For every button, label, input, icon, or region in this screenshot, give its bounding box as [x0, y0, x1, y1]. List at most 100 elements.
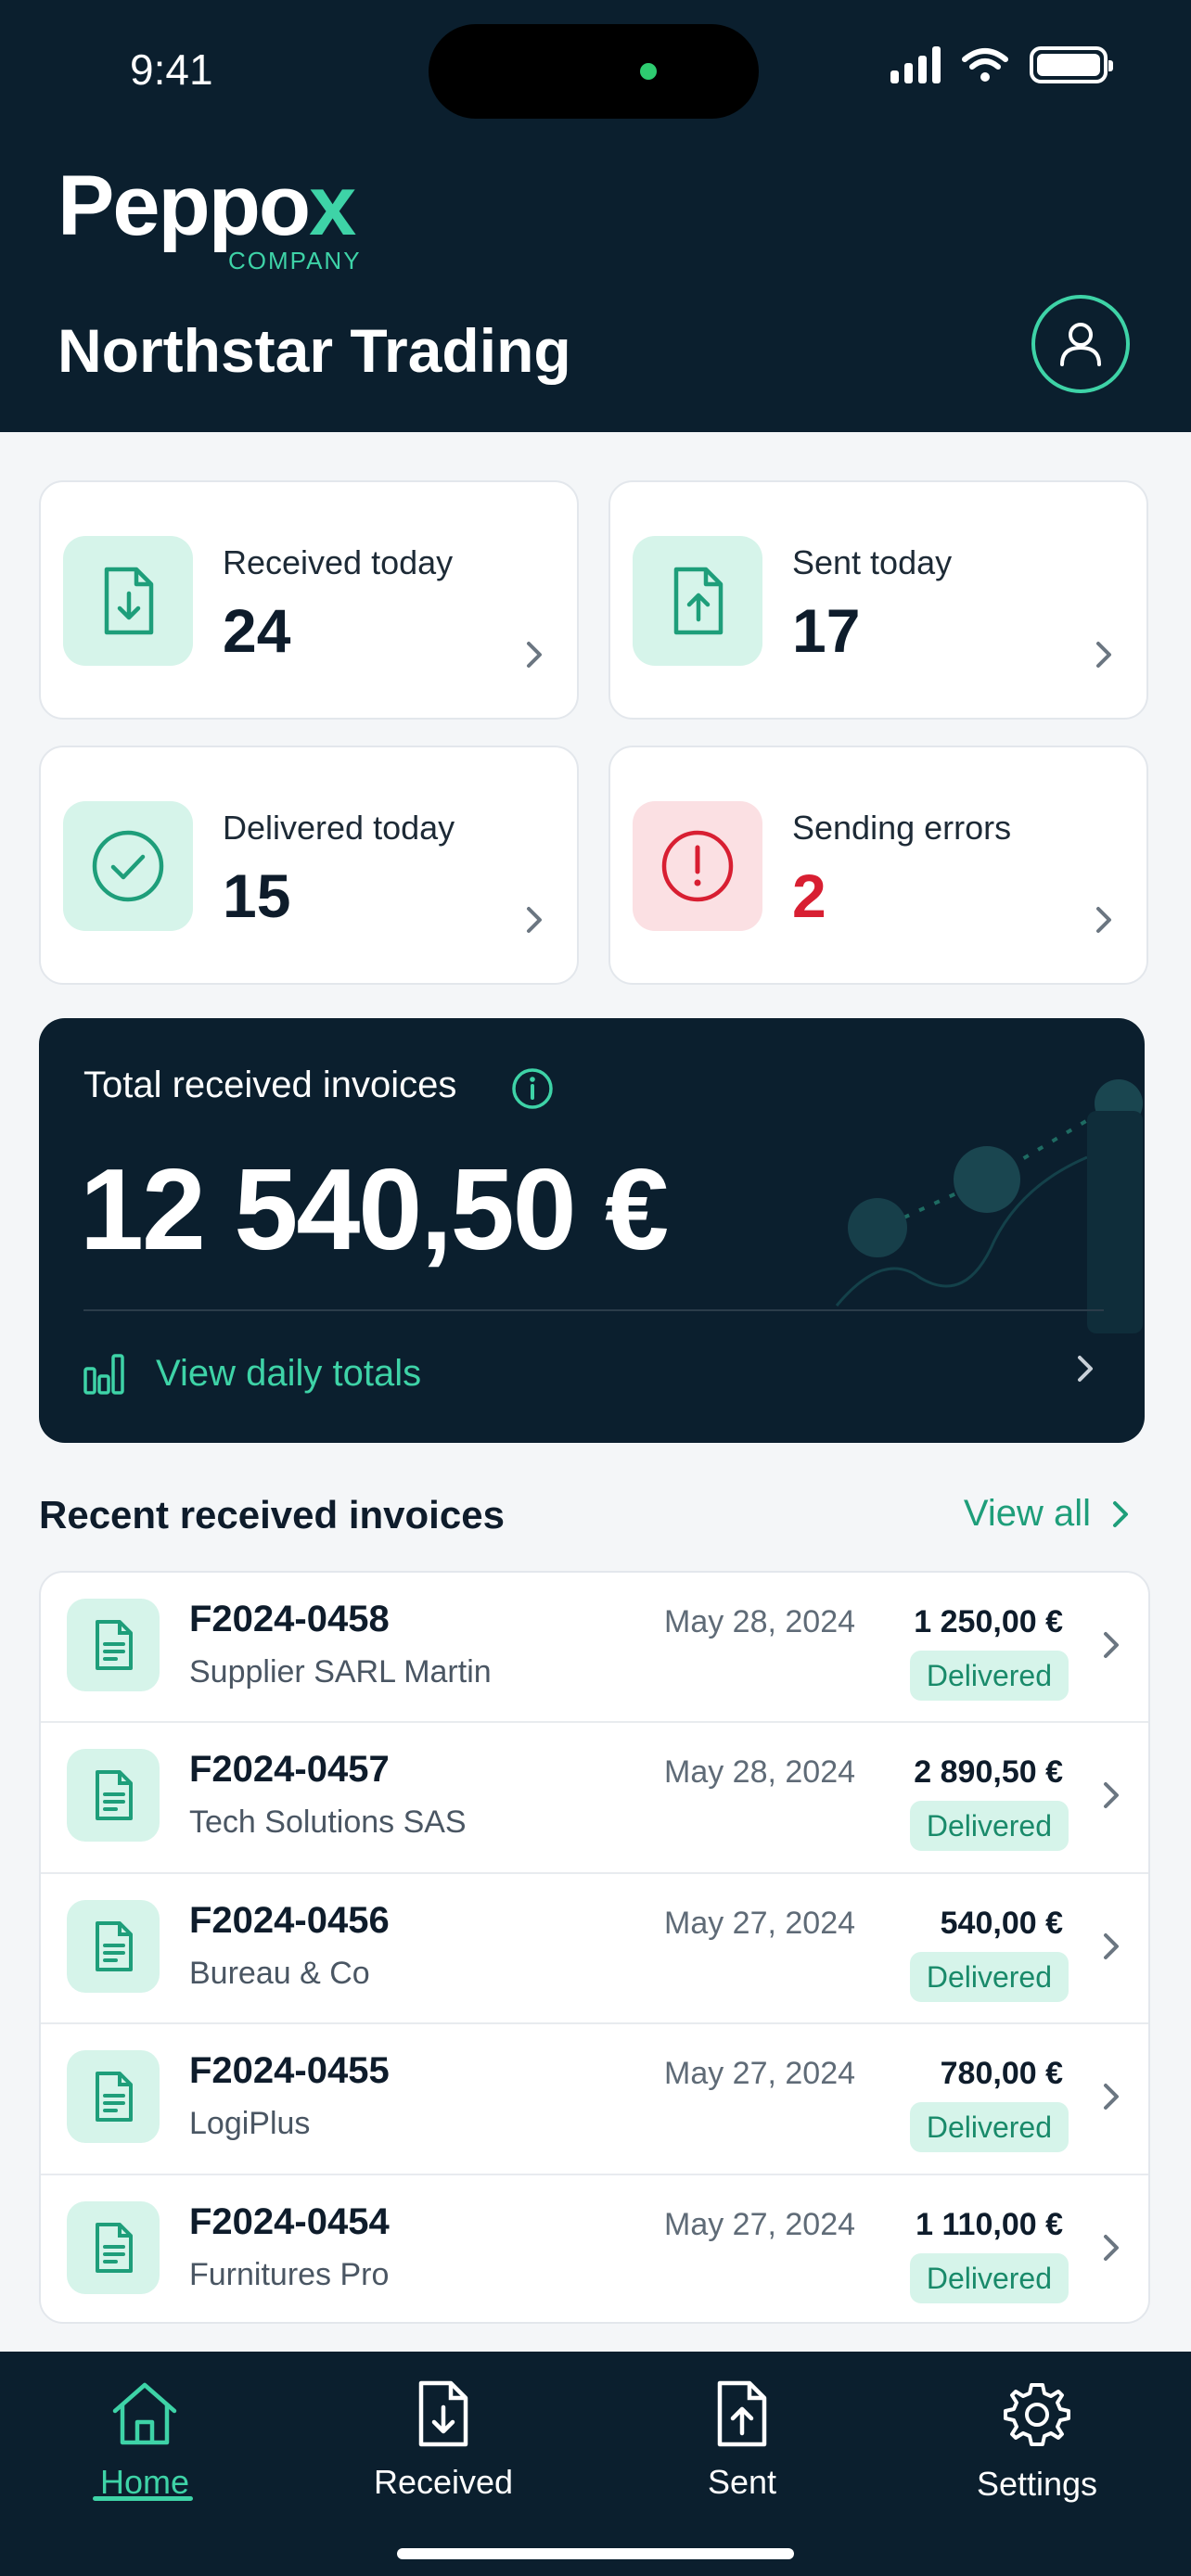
invoice-row[interactable]: F2024-0455 LogiPlus May 27, 2024 780,00 … [41, 2024, 1148, 2175]
tab-settings[interactable]: Settings [935, 2379, 1139, 2504]
active-tab-indicator [93, 2496, 193, 2501]
company-name: Northstar Trading [58, 316, 571, 385]
invoice-document-icon [96, 1920, 133, 1971]
document-download-icon [104, 567, 154, 635]
invoice-number: F2024-0457 [189, 1749, 390, 1791]
invoice-date: May 28, 2024 [664, 1754, 856, 1791]
logo-main-text: Peppo [58, 159, 311, 253]
chevron-right-icon [1096, 642, 1111, 668]
invoice-number: F2024-0455 [189, 2050, 390, 2092]
invoice-date: May 27, 2024 [664, 1905, 856, 1941]
chevron-right-icon [527, 907, 542, 933]
tab-label: Settings [976, 2465, 1098, 2503]
bottom-tab-bar: Home Received Sent Settings [0, 2352, 1191, 2576]
invoice-row[interactable]: F2024-0456 Bureau & Co May 27, 2024 540,… [41, 1874, 1148, 2025]
home-icon [112, 2382, 177, 2445]
invoice-row[interactable]: F2024-0454 Furnitures Pro May 27, 2024 1… [41, 2175, 1148, 2322]
view-all-link[interactable]: View all [964, 1493, 1132, 1535]
stat-value: 24 [223, 596, 291, 665]
tab-label: Received [373, 2463, 514, 2501]
check-circle-icon [92, 830, 164, 902]
stat-card-sending-errors[interactable]: Sending errors 2 [608, 746, 1148, 985]
dynamic-island [429, 24, 759, 119]
view-daily-totals-label: View daily totals [156, 1352, 422, 1394]
chevron-right-icon [1104, 2234, 1119, 2261]
view-daily-totals-link[interactable]: View daily totals [83, 1352, 421, 1395]
invoice-document-icon [96, 1620, 133, 1670]
status-icons [890, 46, 1113, 83]
invoice-row[interactable]: F2024-0458 Supplier SARL Martin May 28, … [41, 1573, 1148, 1724]
stat-label: Sending errors [792, 809, 1012, 847]
stat-label: Sent today [792, 543, 953, 581]
invoice-amount: 540,00 € [940, 1905, 1063, 1941]
stat-card-delivered-today[interactable]: Delivered today 15 [39, 746, 579, 985]
battery-icon [1030, 46, 1113, 83]
invoice-document-icon [96, 2222, 133, 2273]
status-badge: Delivered [909, 2102, 1069, 2153]
invoice-number: F2024-0454 [189, 2200, 390, 2242]
stat-label: Delivered today [223, 809, 455, 847]
invoice-supplier: Furnitures Pro [189, 2256, 390, 2292]
invoice-supplier: Tech Solutions SAS [189, 1804, 467, 1841]
app-header: 9:41 Peppox COMPANY Northstar Trading [0, 0, 1191, 432]
stat-label: Received today [223, 543, 454, 581]
invoice-document-icon [96, 2072, 133, 2123]
decorative-chart-graphic [835, 1079, 1143, 1333]
profile-button[interactable] [1031, 295, 1130, 393]
invoice-number: F2024-0458 [189, 1599, 390, 1639]
total-amount: 12 540,50 € [80, 1146, 669, 1274]
status-badge: Delivered [909, 1801, 1069, 1852]
chevron-right-icon [1113, 1500, 1128, 1527]
camera-indicator-dot [640, 63, 657, 80]
alert-circle-icon [661, 830, 734, 902]
tab-received[interactable]: Received [341, 2379, 545, 2502]
stat-value: 15 [223, 861, 291, 930]
user-icon [1060, 323, 1101, 366]
gear-icon [1004, 2383, 1070, 2446]
chevron-right-icon [1104, 1632, 1119, 1658]
wifi-icon [962, 48, 1008, 82]
invoice-amount: 780,00 € [940, 2056, 1063, 2092]
invoice-supplier: LogiPlus [189, 2106, 311, 2142]
invoice-amount: 1 110,00 € [916, 2206, 1063, 2242]
stat-card-sent-today[interactable]: Sent today 17 [608, 480, 1148, 720]
status-badge: Delivered [909, 1651, 1069, 1701]
chevron-right-icon [1104, 2084, 1119, 2111]
chevron-right-icon [1104, 1932, 1119, 1959]
invoice-date: May 27, 2024 [664, 2206, 856, 2242]
stat-card-received-today[interactable]: Received today 24 [39, 480, 579, 720]
chevron-right-icon [527, 642, 542, 668]
recent-invoices-title: Recent received invoices [39, 1493, 505, 1537]
status-badge: Delivered [909, 1951, 1069, 2002]
stat-value: 17 [792, 596, 861, 665]
tab-sent[interactable]: Sent [640, 2379, 844, 2502]
invoice-number: F2024-0456 [189, 1899, 390, 1941]
status-badge: Delivered [909, 2252, 1069, 2303]
invoice-date: May 28, 2024 [664, 1604, 856, 1639]
chevron-right-icon[interactable] [1074, 1352, 1096, 1385]
signal-icon [890, 46, 941, 83]
chevron-right-icon [1096, 907, 1111, 933]
logo-sub-text: COMPANY [228, 247, 362, 274]
info-icon[interactable] [510, 1066, 555, 1111]
document-upload-icon [673, 567, 724, 635]
chevron-right-icon [1104, 1782, 1119, 1809]
stat-value: 2 [792, 861, 826, 930]
invoice-document-icon [96, 1770, 133, 1821]
invoice-row[interactable]: F2024-0457 Tech Solutions SAS May 28, 20… [41, 1723, 1148, 1874]
bar-chart-icon [83, 1354, 124, 1395]
logo-accent-text: x [309, 159, 356, 253]
invoice-supplier: Supplier SARL Martin [189, 1654, 492, 1690]
view-all-label: View all [963, 1493, 1091, 1534]
invoice-supplier: Bureau & Co [189, 1955, 370, 1991]
brand-logo: Peppox COMPANY [58, 163, 360, 274]
tab-home[interactable]: Home [43, 2379, 247, 2502]
document-download-icon [418, 2380, 468, 2447]
total-received-card: Total received invoices 12 540,50 € View… [39, 1018, 1145, 1443]
home-indicator [397, 2548, 794, 2559]
recent-invoices-list: F2024-0458 Supplier SARL Martin May 28, … [39, 1571, 1150, 2324]
invoice-amount: 1 250,00 € [914, 1604, 1063, 1639]
divider [83, 1309, 1104, 1311]
document-upload-icon [717, 2380, 767, 2447]
invoice-amount: 2 890,50 € [914, 1754, 1063, 1791]
